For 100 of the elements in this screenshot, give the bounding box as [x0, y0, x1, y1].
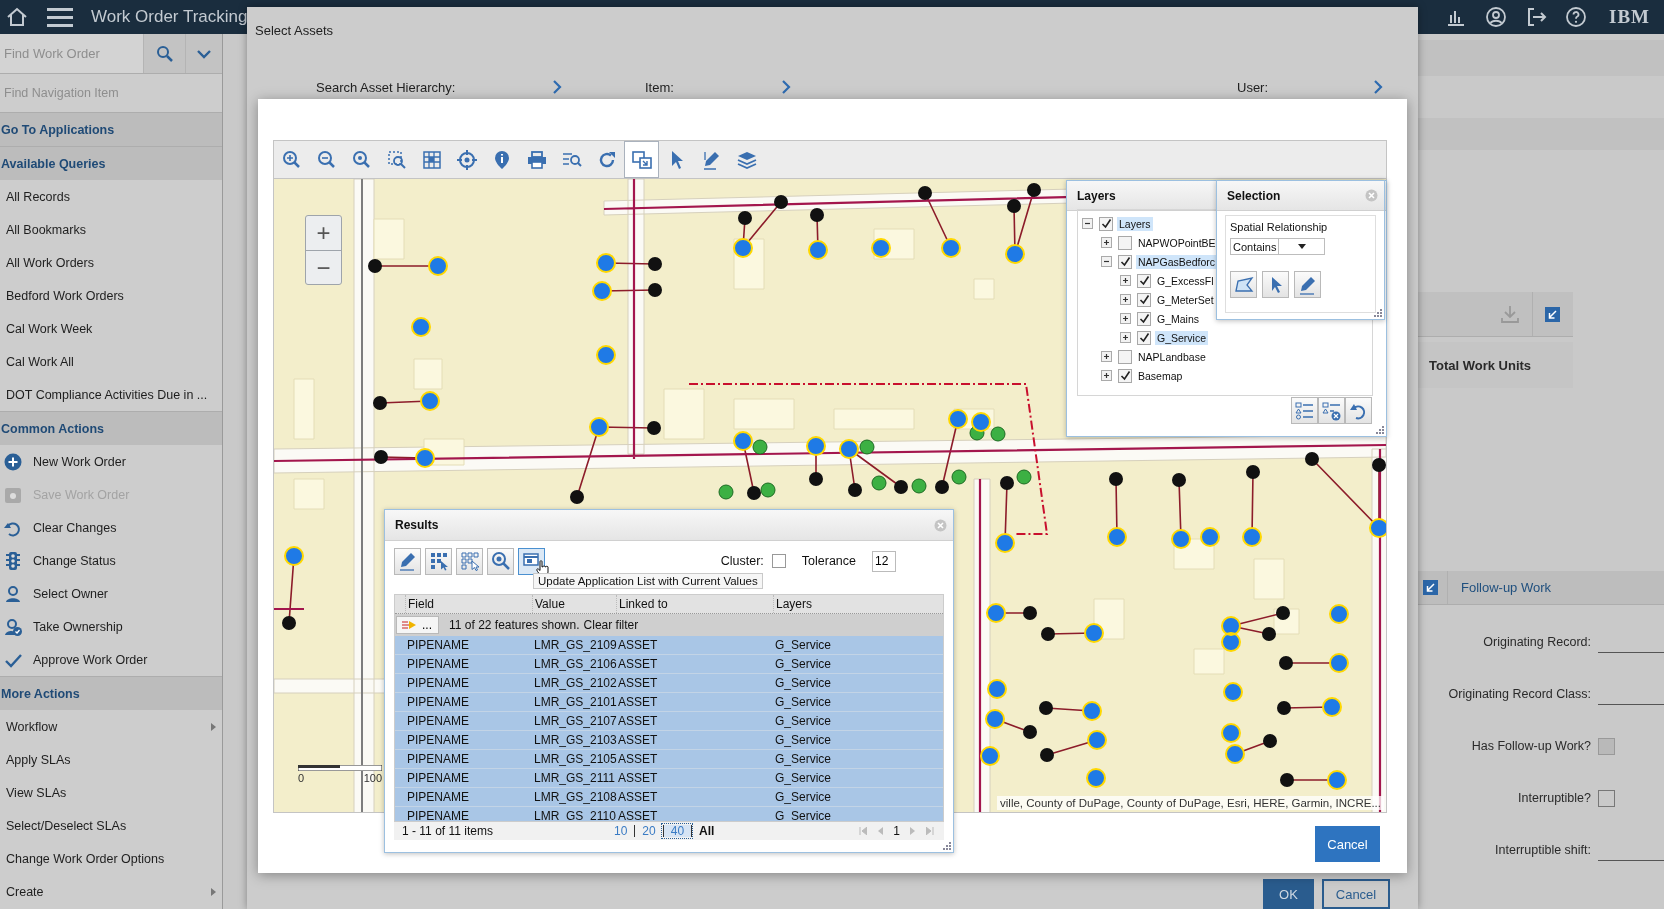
minus-box-icon[interactable] — [1082, 218, 1093, 229]
layer-name[interactable]: NAPGasBedforc — [1136, 254, 1218, 269]
checkbox[interactable] — [771, 554, 786, 568]
checkbox[interactable] — [1118, 349, 1132, 364]
resize-grip-icon[interactable] — [1376, 426, 1384, 434]
menu-item[interactable]: DOT Compliance Activities Due in ... — [0, 378, 222, 411]
dropdown[interactable]: Contains — [1230, 238, 1325, 255]
column-header[interactable]: Field — [405, 595, 532, 613]
checkbox[interactable] — [1137, 311, 1151, 326]
checkbox[interactable] — [1118, 368, 1132, 383]
menu-item[interactable]: Change Status — [0, 544, 222, 577]
zoom-button[interactable]: − — [306, 250, 341, 284]
menu-item[interactable]: New Work Order — [0, 445, 222, 478]
cancel-button[interactable]: Cancel — [1315, 826, 1380, 862]
menu-item[interactable]: Select/Deselect SLAs — [0, 809, 222, 842]
menu-item[interactable]: All Work Orders — [0, 246, 222, 279]
checkbox[interactable] — [1137, 292, 1151, 307]
user-icon[interactable] — [1485, 6, 1507, 28]
help-icon[interactable] — [1565, 6, 1587, 28]
menu-item[interactable]: View SLAs — [0, 776, 222, 809]
layer-name[interactable]: G_ExcessFl — [1155, 273, 1216, 288]
menu-item[interactable]: Change Work Order Options — [0, 842, 222, 875]
plus-box-icon[interactable] — [1101, 237, 1112, 248]
search-field[interactable]: Find Work Order — [0, 34, 143, 73]
selection-tool-button[interactable] — [1262, 271, 1289, 298]
checkbox[interactable] — [1137, 273, 1151, 288]
result-tool-button[interactable] — [394, 547, 421, 575]
chevron-right-icon[interactable] — [552, 80, 562, 94]
table-row[interactable]: PIPENAME LMR_GS_2108ASSET G_Service — [395, 788, 943, 807]
layer-name[interactable]: NAPWOPointBE — [1136, 235, 1218, 250]
plus-box-icon[interactable] — [1101, 351, 1112, 362]
layer-name[interactable]: NAPLandbase — [1136, 349, 1208, 364]
plus-box-icon[interactable] — [1120, 294, 1131, 305]
menu-item[interactable]: Clear Changes — [0, 511, 222, 544]
table-row[interactable]: PIPENAME LMR_GS_2106ASSET G_Service — [395, 655, 943, 674]
table-row[interactable]: PIPENAME LMR_GS_2109ASSET G_Service — [395, 636, 943, 655]
chevron-right-icon[interactable] — [781, 80, 791, 94]
layer-name[interactable]: G_Mains — [1155, 311, 1201, 326]
checkbox[interactable] — [1137, 330, 1151, 345]
home-icon[interactable] — [5, 5, 29, 29]
page-size-link[interactable]: 40 — [662, 825, 692, 837]
table-row[interactable]: PIPENAME LMR_GS_2103ASSET G_Service — [395, 731, 943, 750]
menu-item[interactable]: Cal Work Week — [0, 312, 222, 345]
resize-grip-icon[interactable] — [943, 842, 951, 850]
zoom-button[interactable]: + — [306, 216, 341, 250]
chevron-right-icon[interactable] — [1373, 80, 1383, 94]
layer-name[interactable]: Layers — [1117, 216, 1153, 231]
table-row[interactable]: PIPENAME LMR_GS_2101ASSET G_Service — [395, 693, 943, 712]
column-header[interactable]: Layers — [773, 595, 943, 613]
plus-box-icon[interactable] — [1120, 275, 1131, 286]
section-header[interactable]: More Actions — [0, 676, 222, 710]
menu-icon[interactable] — [47, 7, 73, 27]
layer-tool-button[interactable] — [1318, 397, 1345, 424]
selection-tool-button[interactable] — [1230, 271, 1257, 298]
column-header[interactable]: Linked to — [616, 595, 773, 613]
map-tool-button[interactable] — [624, 141, 659, 178]
layer-name[interactable]: Basemap — [1136, 368, 1185, 383]
menu-item[interactable]: Create — [0, 875, 222, 908]
menu-item[interactable]: All Bookmarks — [0, 213, 222, 246]
checkbox[interactable] — [1118, 254, 1132, 269]
section-header[interactable]: Common Actions — [0, 411, 222, 445]
layer-name[interactable]: G_Service — [1155, 330, 1209, 345]
result-tool-button[interactable] — [487, 547, 514, 575]
minus-box-icon[interactable] — [1101, 256, 1112, 267]
menu-item[interactable]: Cal Work All — [0, 345, 222, 378]
layer-name[interactable]: G_MeterSet — [1155, 292, 1216, 307]
tolerance-field[interactable]: 12 — [872, 550, 896, 572]
table-row[interactable]: PIPENAME LMR_GS_2111 ASSET G_Service — [395, 769, 943, 788]
menu-item[interactable]: Workflow — [0, 710, 222, 743]
checkbox[interactable] — [1099, 216, 1113, 231]
diagonal-arrow-icon[interactable] — [1423, 580, 1438, 595]
section-header[interactable]: Go To Applications — [0, 112, 222, 146]
logout-icon[interactable] — [1525, 6, 1547, 28]
page-size-link[interactable]: All — [691, 825, 722, 837]
checkbox[interactable] — [1598, 789, 1615, 807]
result-tool-button[interactable] — [425, 547, 452, 575]
dropdown-button[interactable] — [185, 34, 222, 73]
dialog-button[interactable]: Cancel — [1322, 879, 1390, 909]
table-row[interactable]: PIPENAME LMR_GS_2107ASSET G_Service — [395, 712, 943, 731]
page-size-link[interactable]: 10 — [607, 825, 635, 837]
selection-tool-button[interactable] — [1294, 271, 1321, 298]
clear-filter-link[interactable]: Clear filter — [583, 618, 639, 632]
filter-button[interactable]: ... — [396, 616, 439, 634]
plus-box-icon[interactable] — [1101, 370, 1112, 381]
menu-item[interactable]: All Records — [0, 180, 222, 213]
resize-grip-icon[interactable] — [1374, 309, 1382, 317]
diagonal-arrow-icon[interactable] — [1545, 306, 1560, 322]
menu-item[interactable]: Approve Work Order — [0, 643, 222, 676]
dialog-button[interactable]: OK — [1263, 879, 1314, 909]
checkbox[interactable] — [1118, 235, 1132, 250]
plus-box-icon[interactable] — [1120, 313, 1131, 324]
table-row[interactable]: PIPENAME LMR_GS_2105ASSET G_Service — [395, 750, 943, 769]
layer-tool-button[interactable] — [1291, 397, 1318, 424]
column-header[interactable]: Value — [532, 595, 616, 613]
menu-item[interactable]: Select Owner — [0, 577, 222, 610]
layer-tool-button[interactable] — [1345, 397, 1372, 424]
menu-item[interactable]: Apply SLAs — [0, 743, 222, 776]
menu-item[interactable]: Take Ownership — [0, 610, 222, 643]
menu-item[interactable]: Bedford Work Orders — [0, 279, 222, 312]
section-header[interactable]: Available Queries — [0, 146, 222, 180]
